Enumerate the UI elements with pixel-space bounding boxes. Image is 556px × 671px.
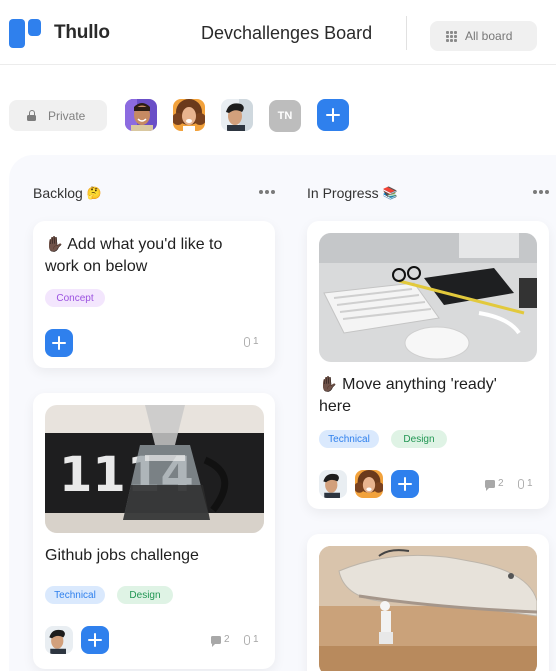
column-title-label: In Progress	[307, 185, 379, 201]
comment-icon	[211, 635, 221, 647]
add-member-button[interactable]	[317, 99, 349, 131]
tag-technical[interactable]: Technical	[45, 586, 105, 604]
plus-icon	[52, 336, 66, 350]
header-divider	[406, 16, 407, 50]
card-github-jobs[interactable]: 11 14 Github jobs challenge Technical De…	[33, 393, 275, 669]
tag-design[interactable]: Design	[117, 586, 173, 604]
card-title: Github jobs challenge	[45, 547, 199, 564]
attachment-count-value: 1	[253, 336, 259, 347]
card-title-text: Move anything 'ready' here	[319, 376, 497, 415]
attachment-count[interactable]: 1	[244, 336, 259, 347]
comment-icon	[485, 479, 495, 491]
lock-icon	[27, 110, 36, 121]
attachment-count[interactable]: 1	[518, 478, 533, 489]
column-menu-icon[interactable]	[533, 190, 549, 194]
visibility-label: Private	[48, 108, 86, 123]
raised-hand-icon: ✋🏿	[319, 376, 338, 393]
comment-count[interactable]: 2	[485, 478, 504, 491]
attachment-count-value: 1	[527, 478, 533, 489]
card-cover-image	[319, 546, 537, 671]
grid-icon	[446, 30, 457, 42]
column-title-backlog: Backlog 🤔	[33, 185, 102, 201]
thullo-logo-icon[interactable]	[9, 19, 43, 49]
column-title-in-progress: In Progress 📚	[307, 185, 398, 201]
member-initials-avatar[interactable]: TN	[269, 100, 301, 132]
add-card-member-button[interactable]	[81, 626, 109, 654]
paperclip-icon	[244, 336, 250, 347]
member-avatar-1[interactable]	[125, 99, 157, 131]
plus-icon	[398, 477, 412, 491]
raised-hand-icon: ✋🏿	[45, 236, 64, 253]
card-member-avatar[interactable]	[319, 470, 347, 498]
plus-icon	[326, 108, 340, 122]
books-icon: 📚	[382, 186, 398, 200]
top-header: Thullo Devchallenges Board All board	[0, 0, 556, 65]
plus-icon	[88, 633, 102, 647]
card-sneaker-image[interactable]	[307, 534, 549, 671]
card-title: ✋🏿 Move anything 'ready' here	[319, 374, 529, 418]
page: Thullo Devchallenges Board All board Pri…	[0, 0, 556, 671]
tag-design[interactable]: Design	[391, 430, 447, 448]
svg-text:11: 11	[59, 447, 126, 503]
attachment-count-value: 1	[253, 634, 259, 645]
column-title-label: Backlog	[33, 185, 83, 201]
all-board-button[interactable]: All board	[430, 21, 537, 51]
card-member-avatar[interactable]	[45, 626, 73, 654]
visibility-button[interactable]: Private	[9, 100, 107, 131]
comment-count-value: 2	[498, 478, 504, 489]
paperclip-icon	[244, 634, 250, 645]
card-cover-image: 11 14	[45, 405, 264, 533]
thinking-face-icon: 🤔	[86, 186, 102, 200]
brand-name: Thullo	[54, 22, 110, 43]
card-title-text: Add what you'd like to work on below	[45, 236, 223, 275]
paperclip-icon	[518, 478, 524, 489]
attachment-count[interactable]: 1	[244, 634, 259, 645]
add-card-member-button[interactable]	[45, 329, 73, 357]
card-cover-image	[319, 233, 537, 362]
board-title: Devchallenges Board	[201, 23, 373, 43]
add-card-member-button[interactable]	[391, 470, 419, 498]
card-add-what-youd-like[interactable]: ✋🏿 Add what you'd like to work on below …	[33, 221, 275, 368]
member-avatar-2[interactable]	[173, 99, 205, 131]
comment-count[interactable]: 2	[211, 634, 230, 647]
member-avatar-3[interactable]	[221, 99, 253, 131]
tag-technical[interactable]: Technical	[319, 430, 379, 448]
card-member-avatar[interactable]	[355, 470, 383, 498]
card-move-anything-ready[interactable]: ✋🏿 Move anything 'ready' here Technical …	[307, 221, 549, 509]
column-menu-icon[interactable]	[259, 190, 275, 194]
comment-count-value: 2	[224, 634, 230, 645]
tag-concept[interactable]: Concept	[45, 289, 105, 307]
card-title: ✋🏿 Add what you'd like to work on below	[45, 234, 255, 278]
all-board-label: All board	[465, 29, 513, 43]
